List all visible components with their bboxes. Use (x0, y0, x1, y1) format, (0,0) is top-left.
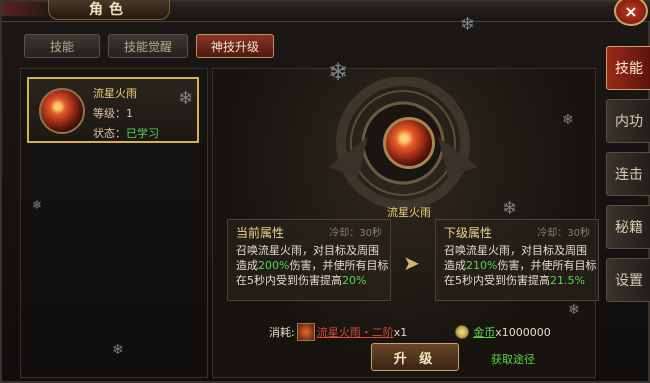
upgrade-button[interactable]: 升 级 (371, 343, 459, 371)
current-desc-line3: 在5秒内受到伤害提高20% (236, 273, 382, 288)
gold-link[interactable]: 金币 (473, 324, 495, 340)
gold-quantity: x1000000 (495, 325, 551, 339)
upgrade-cost-row: 消耗: 流星火雨・二阶 x1 金币 x1000000 (227, 323, 587, 341)
skill-list-item[interactable]: 流星火雨 等级：1 状态：已学习 (27, 77, 199, 143)
current-desc-line2: 造成200%伤害，并使所有目标 (236, 258, 388, 273)
next-desc-line1: 召唤流星火雨，对目标及周围 (444, 244, 587, 257)
meteor-shower-icon (39, 88, 85, 134)
cost-item-link[interactable]: 流星火雨・二阶 (317, 324, 394, 340)
detail-skill-name: 流星火雨 (387, 206, 431, 219)
tab-skill-awakening[interactable]: 技能觉醒 (108, 34, 188, 58)
next-desc-line3: 在5秒内受到伤害提高21.5% (444, 273, 590, 288)
cost-label: 消耗: (269, 326, 295, 339)
skill-state-value: 已学习 (126, 127, 159, 140)
skill-list-panel: 流星火雨 等级：1 状态：已学习 (20, 68, 208, 378)
skill-state: 状态：已学习 (93, 125, 159, 141)
meteor-shower-large-icon (383, 117, 435, 169)
skill-state-label: 状态： (93, 127, 126, 140)
top-tab-bar: 技能 技能觉醒 神技升级 (24, 34, 274, 58)
skill-level: 等级：1 (93, 105, 133, 121)
skill-book-icon (296, 323, 315, 341)
next-attributes-box: 下级属性 冷却：30秒 召唤流星火雨，对目标及周围 造成210%伤害，并使所有目… (435, 219, 599, 301)
current-attributes-title: 当前属性 (236, 226, 285, 240)
character-window: 角色 × 技能 技能觉醒 神技升级 流星火雨 等级：1 状态：已学习 流星火雨 … (0, 0, 650, 383)
side-tab-settings[interactable]: 设置 (606, 258, 650, 302)
side-tab-combo[interactable]: 连击 (606, 152, 650, 196)
gold-coin-icon (455, 325, 470, 339)
close-button[interactable]: × (614, 0, 648, 26)
skill-level-value: 1 (126, 107, 133, 120)
side-tab-inner-power[interactable]: 内功 (606, 99, 650, 143)
next-cooldown: 冷却：30秒 (537, 228, 590, 239)
current-desc-line1: 召唤流星火雨，对目标及周围 (236, 244, 379, 257)
current-line3-pre: 在5秒内受到伤害提高 (236, 274, 342, 287)
next-desc-line2: 造成210%伤害，并使所有目标 (444, 258, 596, 273)
current-line2-pre: 造成 (236, 259, 258, 272)
next-line2-pre: 造成 (444, 259, 466, 272)
window-title-plate: 角色 (48, 0, 170, 20)
tab-divine-skill-upgrade[interactable]: 神技升级 (196, 34, 274, 58)
current-line2-post: 伤害，并使所有目标 (289, 259, 389, 272)
skill-level-label: 等级： (93, 107, 126, 120)
side-tab-bar: 技能 内功 连击 秘籍 设置 (606, 46, 650, 302)
current-attributes-box: 当前属性 冷却：30秒 召唤流星火雨，对目标及周围 造成200%伤害，并使所有目… (227, 219, 391, 301)
upgrade-arrow-icon: ➤ (403, 251, 420, 275)
current-bonus-pct: 20% (342, 274, 367, 287)
window-title: 角色 (89, 2, 129, 18)
skill-name: 流星火雨 (93, 87, 137, 100)
next-bonus-pct: 21.5% (550, 274, 585, 287)
next-line2-post: 伤害，并使所有目标 (497, 259, 597, 272)
skill-detail-panel: 流星火雨 当前属性 冷却：30秒 召唤流星火雨，对目标及周围 造成200%伤害，… (212, 68, 599, 378)
next-damage-pct: 210% (466, 259, 498, 272)
current-cooldown: 冷却：30秒 (329, 228, 382, 239)
next-line3-pre: 在5秒内受到伤害提高 (444, 274, 550, 287)
side-tab-skills[interactable]: 技能 (606, 46, 650, 90)
side-tab-secret-manual[interactable]: 秘籍 (606, 205, 650, 249)
get-way-link[interactable]: 获取途径 (491, 351, 535, 367)
tab-skills[interactable]: 技能 (24, 34, 100, 58)
current-damage-pct: 200% (258, 259, 290, 272)
title-ornament (2, 2, 48, 16)
next-attributes-title: 下级属性 (444, 226, 493, 240)
cost-item-quantity: x1 (393, 325, 408, 339)
